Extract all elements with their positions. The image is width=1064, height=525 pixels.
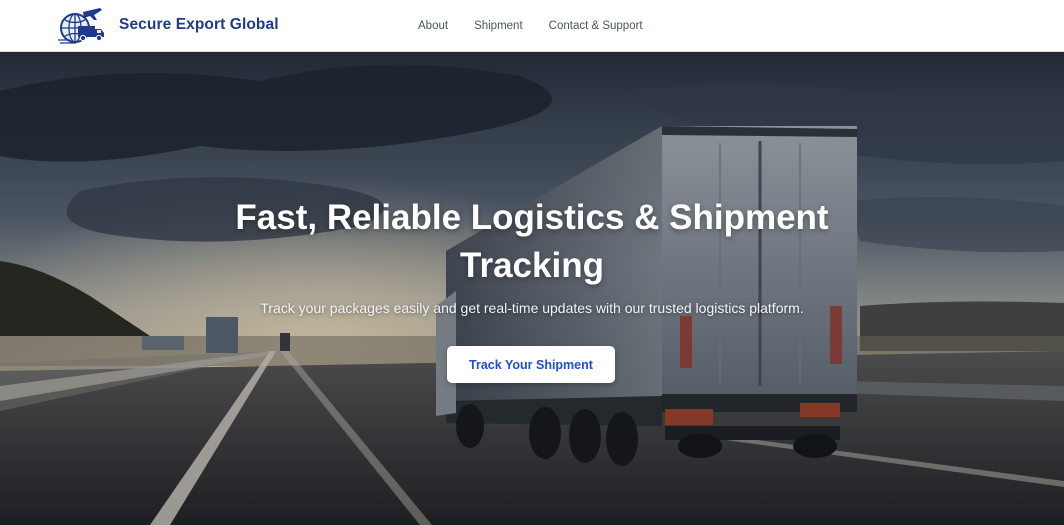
page: Secure Export Global About Shipment Cont…: [0, 0, 1064, 525]
top-navbar: Secure Export Global About Shipment Cont…: [0, 0, 1064, 52]
hero-content: Fast, Reliable Logistics & Shipment Trac…: [0, 51, 1064, 525]
nav-contact-support-link[interactable]: Contact & Support: [549, 20, 643, 32]
main-nav: About Shipment Contact & Support: [418, 0, 669, 51]
globe-truck-plane-logo-icon: [58, 8, 104, 44]
hero-subtitle: Track your packages easily and get real-…: [260, 300, 804, 316]
brand-name: Secure Export Global: [119, 16, 279, 33]
track-shipment-button[interactable]: Track Your Shipment: [447, 346, 615, 383]
hero-title: Fast, Reliable Logistics & Shipment Trac…: [235, 198, 829, 285]
nav-about-link[interactable]: About: [418, 20, 448, 32]
brand-home-link[interactable]: Secure Export Global: [56, 6, 279, 44]
hero-section: Fast, Reliable Logistics & Shipment Trac…: [0, 51, 1064, 525]
nav-shipment-link[interactable]: Shipment: [474, 20, 523, 32]
